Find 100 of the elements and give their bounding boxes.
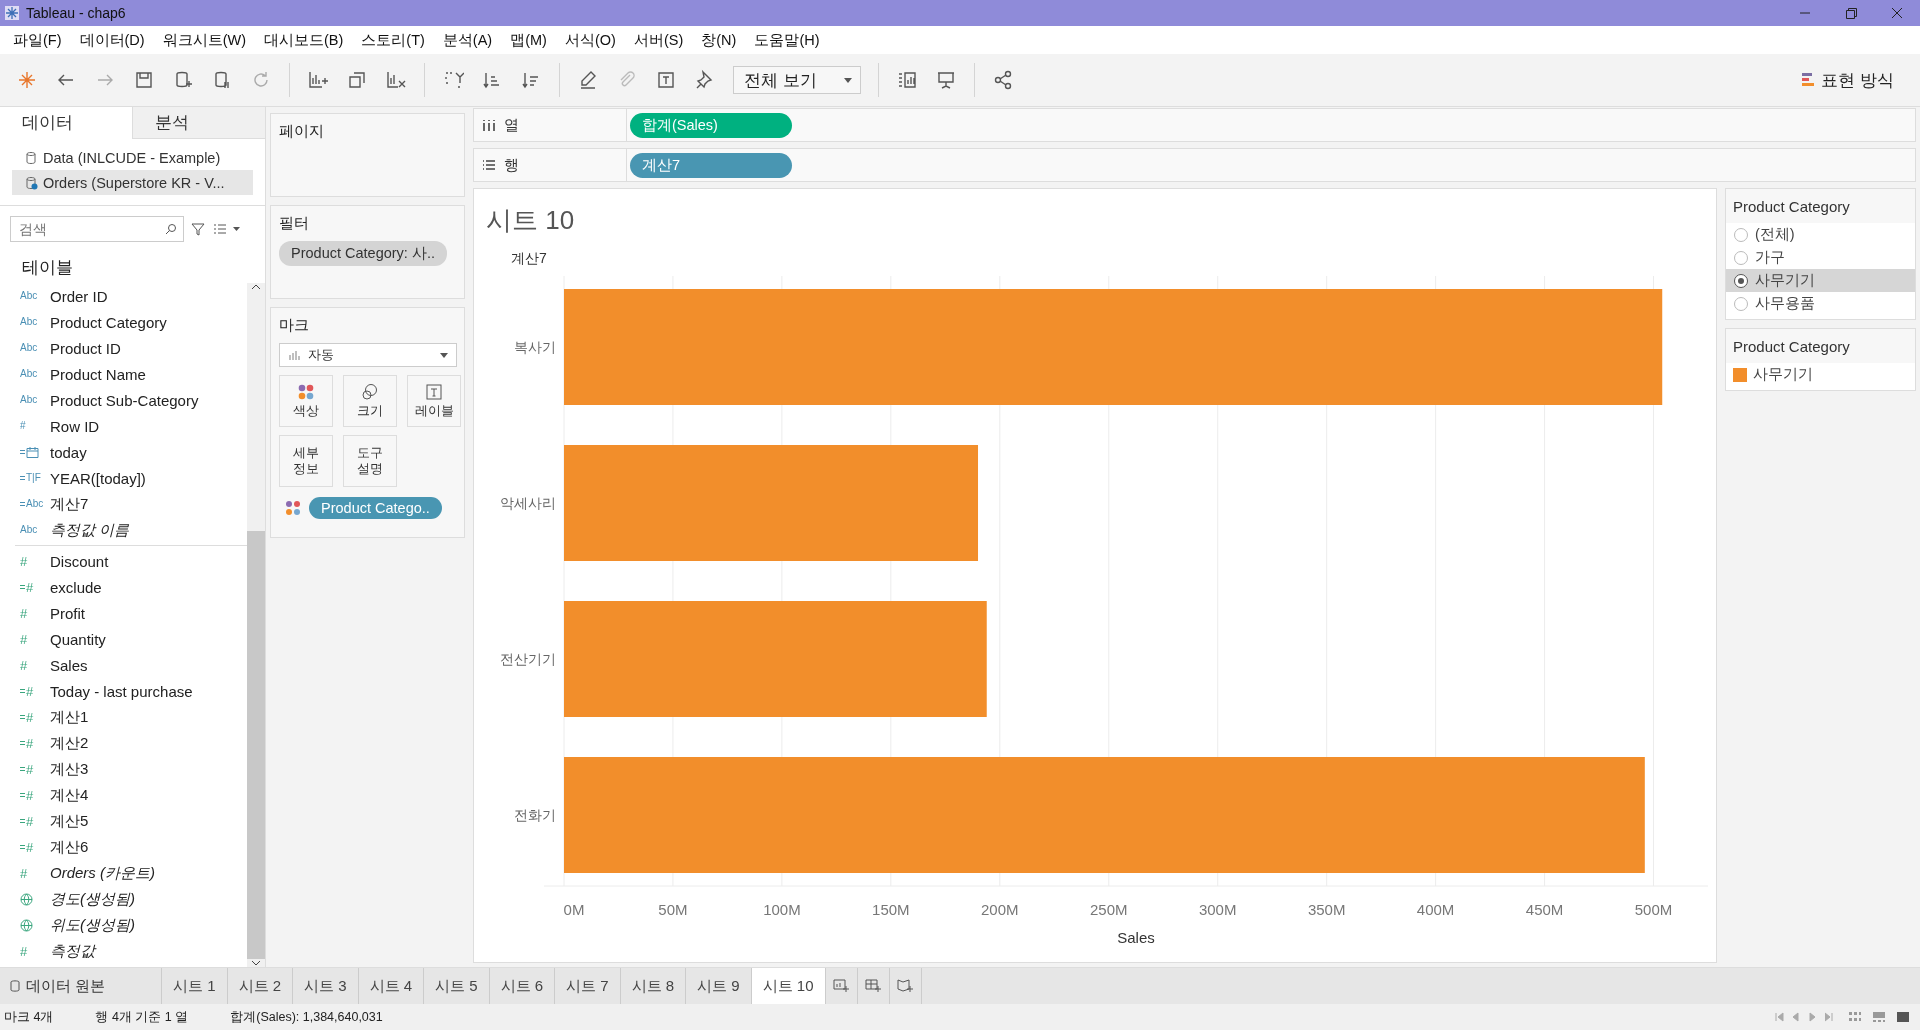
mark-property-button[interactable]: 세부 정보 — [279, 435, 333, 487]
field-item[interactable]: 위도(생성됨) — [20, 912, 247, 938]
tick-label: 0M — [563, 901, 585, 918]
field-item[interactable]: Abc 계산7 — [20, 491, 247, 517]
field-item[interactable]: # 계산5 — [20, 808, 247, 834]
sheet-title: 시트 10 — [485, 204, 576, 237]
field-item[interactable]: # Discount — [20, 548, 247, 574]
field-type-icon — [20, 892, 33, 906]
category-label: 전산기기 — [500, 651, 556, 667]
field-type-icon: # — [20, 606, 28, 620]
tab-view-icon[interactable] — [1896, 1011, 1910, 1023]
field-item[interactable]: # exclude — [20, 574, 247, 600]
bar-chart-icon — [288, 350, 300, 360]
radio-option[interactable]: 사무기기 — [1726, 269, 1915, 292]
save-icon[interactable] — [133, 69, 155, 91]
field-item[interactable]: T|F YEAR([today]) — [20, 465, 247, 491]
field-item[interactable]: Abc 측정값 이름 — [20, 517, 247, 543]
field-item[interactable]: # 계산2 — [20, 730, 247, 756]
grid-view-icon[interactable] — [1848, 1011, 1862, 1023]
tick-label: 200M — [981, 901, 1019, 918]
scroll-up-icon[interactable] — [250, 283, 262, 291]
field-item[interactable]: 경도(생성됨) — [20, 886, 247, 912]
field-item[interactable]: # Profit — [20, 600, 247, 626]
field-item[interactable]: # 계산1 — [20, 704, 247, 730]
field-item[interactable]: # Row ID — [20, 413, 247, 439]
search-field[interactable]: 검색 — [10, 216, 184, 242]
filter-icon[interactable] — [190, 221, 206, 237]
tick-label: 50M — [658, 901, 688, 918]
menu-item[interactable]: 워크시트(W) — [153, 30, 255, 50]
presentation-icon[interactable] — [935, 69, 957, 91]
field-item[interactable]: # Sales — [20, 652, 247, 678]
mark-type-dropdown[interactable]: 자동 — [279, 343, 457, 367]
field-item[interactable]: # Orders (카운트) — [20, 860, 247, 886]
view-dropdown[interactable]: 전체 보기 — [733, 66, 861, 94]
columns-icon — [482, 119, 496, 131]
text-label-icon — [425, 383, 443, 402]
field-type-icon: Abc — [20, 343, 38, 353]
mark-property-button[interactable]: 도구 설명 — [343, 435, 397, 487]
radio-icon — [1733, 272, 1749, 289]
show-labels-icon[interactable] — [896, 69, 918, 91]
card-title: 페이지 — [279, 122, 324, 141]
mark-property-button[interactable]: 레이블 — [407, 375, 461, 427]
scroll-down-icon[interactable] — [250, 959, 262, 967]
menu-item[interactable]: 파일(F) — [4, 30, 71, 50]
menu-item[interactable]: 데이터(D) — [70, 30, 154, 50]
menu-item[interactable]: 서버(S) — [624, 30, 693, 50]
show-me-button[interactable]: 표현 방식 — [1801, 68, 1894, 92]
scrollbar[interactable] — [247, 283, 265, 967]
search-icon[interactable] — [165, 223, 177, 235]
pane-tab[interactable]: 분석 — [132, 107, 265, 139]
tick-label: 500M — [1634, 901, 1673, 918]
filmstrip-view-icon[interactable] — [1872, 1011, 1886, 1023]
field-item[interactable]: # 측정값 — [20, 938, 247, 964]
menu-item[interactable]: 창(N) — [692, 30, 746, 50]
menu-item[interactable]: 서식(O) — [555, 30, 625, 50]
menu-item[interactable]: 도움말(H) — [745, 30, 829, 50]
text-icon[interactable] — [655, 69, 677, 91]
menu-item[interactable]: 맵(M) — [501, 30, 556, 50]
tick-label: 250M — [1090, 901, 1128, 918]
clear-icon[interactable] — [385, 69, 407, 91]
filter-pill[interactable]: Product Category: 사.. — [279, 241, 447, 266]
sheet-tab[interactable]: 시트 10 — [751, 968, 826, 1004]
duplicate-icon[interactable] — [346, 69, 368, 91]
new-sheet-icon[interactable] — [307, 69, 329, 91]
tick-label: 100M — [763, 901, 801, 918]
menu-item[interactable]: 대시보드(B) — [255, 30, 353, 50]
mark-property-button[interactable]: 색상 — [279, 375, 333, 427]
share-icon[interactable] — [992, 69, 1014, 91]
card-title: 마크 — [279, 316, 309, 335]
database-icon — [10, 980, 20, 992]
field-item[interactable]: Abc Product Category — [20, 309, 247, 335]
data-source-item[interactable]: Data (INLCUDE - Example) — [12, 145, 253, 170]
color-encoding-icon — [285, 500, 301, 516]
field-item[interactable]: # 계산6 — [20, 834, 247, 860]
field-item[interactable]: # 계산3 — [20, 756, 247, 782]
field-item[interactable]: Abc Product ID — [20, 335, 247, 361]
radio-option[interactable]: 가구 — [1726, 246, 1915, 269]
logo-icon[interactable] — [16, 69, 38, 91]
field-item[interactable]: # Today - last purchase — [20, 678, 247, 704]
radio-option[interactable]: (전체) — [1726, 223, 1915, 246]
field-type-icon — [20, 918, 33, 932]
field-item[interactable]: # 계산4 — [20, 782, 247, 808]
axis-title: 계산7 — [511, 250, 547, 266]
status-text: 행 4개 기준 1 열 — [95, 1008, 189, 1026]
database-icon — [24, 150, 38, 165]
field-item[interactable]: Abc Product Sub-Category — [20, 387, 247, 413]
tick-label: 150M — [872, 901, 910, 918]
radio-option[interactable]: 사무용품 — [1726, 292, 1915, 315]
field-item[interactable]: today — [20, 439, 247, 465]
card-title: Product Category — [1726, 329, 1915, 363]
app-logo-icon — [4, 5, 20, 21]
menu-item[interactable]: 분석(A) — [433, 30, 502, 50]
data-source-item[interactable]: Orders (Superstore KR - V... — [12, 170, 253, 195]
field-item[interactable]: # Quantity — [20, 626, 247, 652]
field-item[interactable]: Abc Product Name — [20, 361, 247, 387]
radio-icon — [1733, 295, 1749, 312]
mark-property-button[interactable]: 크기 — [343, 375, 397, 427]
field-item[interactable]: Abc Order ID — [20, 283, 247, 309]
menu-item[interactable]: 스토리(T) — [352, 30, 434, 50]
view-options-icon[interactable] — [212, 221, 242, 237]
